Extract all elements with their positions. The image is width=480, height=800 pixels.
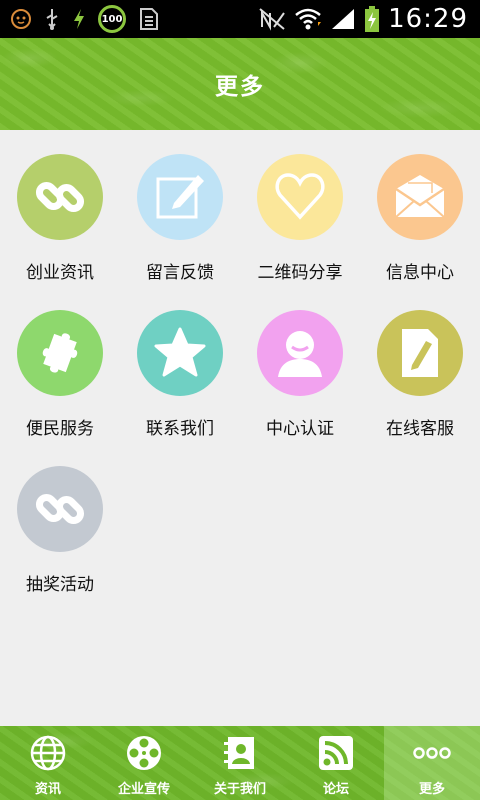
grid-item-feedback[interactable]: 留言反馈 [120,130,240,283]
mail-icon [395,175,445,218]
battery-100-badge: 100 [98,5,126,33]
grid-item-label: 信息中心 [386,263,454,283]
tab-label: 关于我们 [213,782,266,797]
more-dots-icon [413,747,451,759]
status-time: 16:29 [388,4,468,34]
circle-info-center [377,154,463,240]
link-icon [35,181,85,213]
edit-icon [156,175,204,219]
grid-item-qrcode-share[interactable]: 二维码分享 [240,130,360,283]
grid-item-label: 便民服务 [26,419,94,439]
circle-startup-news [17,154,103,240]
bottom-nav: 资讯 企业宣传 关于我们 论坛 更多 [0,726,480,800]
grid-item-startup-news[interactable]: 创业资讯 [0,130,120,283]
grid-item-label: 联系我们 [146,419,214,439]
globe-icon [30,735,66,771]
no-sim-icon [258,7,286,31]
grid-item-label: 抽奖活动 [26,575,94,595]
grid-item-label: 留言反馈 [146,263,214,283]
signal-icon [330,7,356,31]
tab-news[interactable]: 资讯 [0,726,96,800]
grid-item-online-service[interactable]: 在线客服 [360,286,480,439]
circle-contact-us [137,310,223,396]
grid-item-info-center[interactable]: 信息中心 [360,130,480,283]
tab-more[interactable]: 更多 [384,726,480,800]
tab-label: 企业宣传 [117,782,170,797]
rss-icon [319,736,353,770]
puzzle-icon [42,333,78,373]
tab-label: 更多 [418,782,445,797]
sim-icon [138,7,160,31]
grid-item-contact-us[interactable]: 联系我们 [120,286,240,439]
battery-charging-icon [364,5,380,33]
grid-item-lottery[interactable]: 抽奖活动 [0,442,120,595]
circle-feedback [137,154,223,240]
charging-bolt-icon [72,8,86,30]
tab-company-promo[interactable]: 企业宣传 [96,726,192,800]
tab-about-us[interactable]: 关于我们 [192,726,288,800]
cat-face-icon [10,8,32,30]
grid-item-label: 创业资讯 [26,263,94,283]
heart-icon [275,173,325,220]
document-edit-icon [402,329,438,377]
film-reel-icon [127,736,161,770]
tab-forum[interactable]: 论坛 [288,726,384,800]
circle-qrcode-share [257,154,343,240]
grid-item-label: 二维码分享 [257,263,343,283]
title-bar: 更多 [0,38,480,130]
usb-icon [44,7,60,31]
grid-item-center-certification[interactable]: 中心认证 [240,286,360,439]
grid-item-label: 在线客服 [386,419,454,439]
link-icon [35,493,85,525]
tab-label: 论坛 [322,782,349,797]
circle-lottery [17,466,103,552]
grid-item-label: 中心认证 [266,419,334,439]
circle-convenience-service [17,310,103,396]
user-icon [278,331,322,377]
circle-online-service [377,310,463,396]
star-icon [154,327,206,377]
tab-label: 资讯 [34,782,61,797]
page-title: 更多 [215,74,265,100]
circle-center-certification [257,310,343,396]
wifi-icon [294,6,322,32]
grid-item-convenience-service[interactable]: 便民服务 [0,286,120,439]
contacts-icon [224,737,254,769]
status-bar: 100 16:29 [0,0,480,38]
